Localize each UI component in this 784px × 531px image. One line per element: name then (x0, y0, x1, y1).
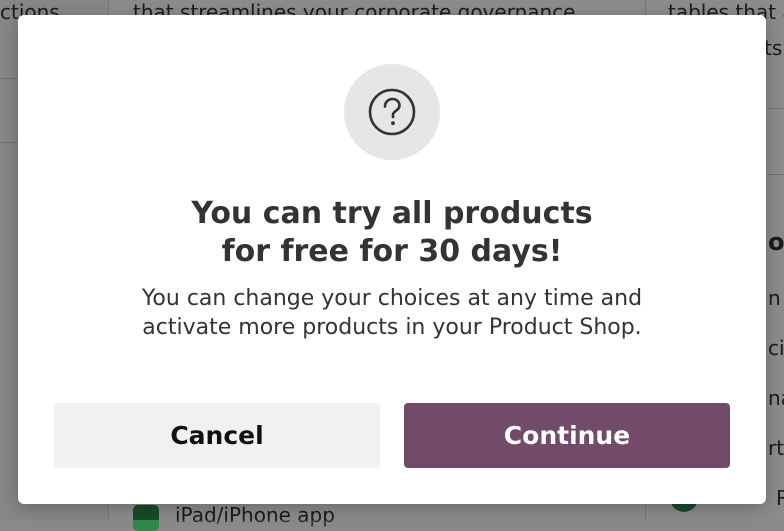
question-circle-icon (368, 88, 416, 136)
dialog-title-line: You can try all products (191, 196, 593, 231)
dialog-title-line: for free for 30 days! (221, 234, 563, 269)
trial-dialog: You can try all products for free for 30… (18, 15, 766, 504)
dialog-subtitle: You can change your choices at any time … (18, 284, 766, 342)
continue-button[interactable]: Continue (404, 403, 730, 468)
dialog-subtitle-line: You can change your choices at any time … (141, 286, 643, 311)
dialog-subtitle-line: activate more products in your Product S… (142, 315, 642, 340)
cancel-button[interactable]: Cancel (54, 403, 380, 468)
dialog-title: You can try all products for free for 30… (18, 195, 766, 271)
question-icon-badge (344, 64, 440, 160)
